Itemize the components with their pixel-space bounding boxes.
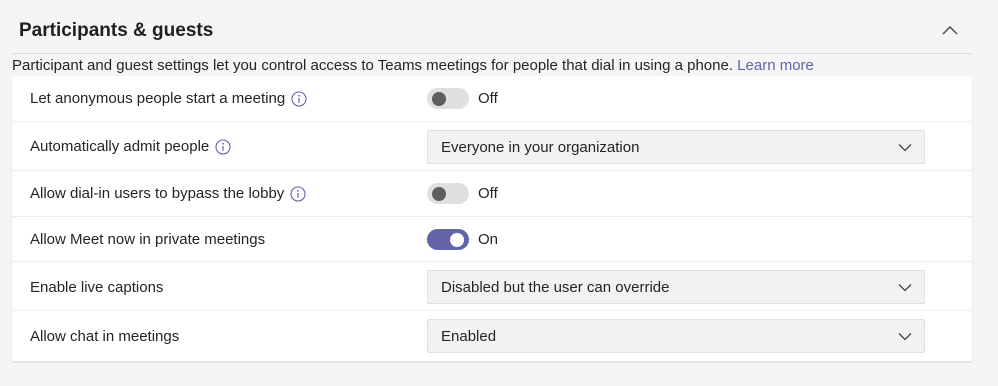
toggle-knob bbox=[432, 91, 446, 106]
section-title: Participants & guests bbox=[19, 20, 214, 41]
info-icon[interactable] bbox=[290, 185, 306, 202]
anonymous-start-toggle[interactable] bbox=[427, 88, 469, 109]
chevron-down-icon bbox=[898, 333, 912, 341]
dropdown-value: Everyone in your organization bbox=[441, 139, 640, 156]
setting-label-text: Allow chat in meetings bbox=[30, 328, 180, 345]
setting-label: Let anonymous people start a meeting bbox=[30, 90, 307, 107]
meet-now-toggle[interactable] bbox=[427, 229, 469, 250]
collapse-button[interactable] bbox=[940, 22, 960, 38]
info-icon[interactable] bbox=[215, 138, 231, 155]
setting-label-text: Allow dial-in users to bypass the lobby bbox=[30, 185, 285, 202]
setting-row-dialin-bypass: Allow dial-in users to bypass the lobby … bbox=[12, 171, 972, 217]
dropdown-value: Disabled but the user can override bbox=[441, 279, 670, 296]
chevron-up-icon bbox=[942, 26, 958, 35]
setting-row-live-captions: Enable live captions Disabled but the us… bbox=[12, 262, 972, 311]
setting-label: Allow chat in meetings bbox=[30, 328, 179, 345]
chevron-down-icon bbox=[898, 144, 912, 152]
section-header: Participants & guests bbox=[12, 0, 972, 54]
toggle-state-text: Off bbox=[478, 90, 498, 107]
description-text: Participant and guest settings let you c… bbox=[12, 57, 733, 74]
setting-label: Automatically admit people bbox=[30, 138, 231, 155]
toggle-knob bbox=[450, 232, 464, 247]
setting-label-text: Enable live captions bbox=[30, 279, 164, 296]
settings-card: Let anonymous people start a meeting Off… bbox=[12, 76, 972, 361]
setting-label: Allow Meet now in private meetings bbox=[30, 231, 265, 248]
chevron-down-icon bbox=[898, 284, 912, 292]
setting-row-meet-now: Allow Meet now in private meetings On bbox=[12, 217, 972, 262]
setting-row-chat: Allow chat in meetings Enabled bbox=[12, 311, 972, 361]
setting-label: Enable live captions bbox=[30, 279, 163, 296]
chat-dropdown[interactable]: Enabled bbox=[427, 319, 925, 353]
dropdown-value: Enabled bbox=[441, 328, 497, 345]
toggle-state-text: On bbox=[478, 231, 499, 248]
setting-row-anonymous-start: Let anonymous people start a meeting Off bbox=[12, 76, 972, 122]
auto-admit-dropdown[interactable]: Everyone in your organization bbox=[427, 130, 925, 164]
info-icon[interactable] bbox=[291, 90, 307, 107]
setting-label: Allow dial-in users to bypass the lobby bbox=[30, 185, 306, 202]
setting-row-auto-admit: Automatically admit people Everyone in y… bbox=[12, 122, 972, 171]
toggle-knob bbox=[432, 186, 446, 201]
learn-more-link[interactable]: Learn more bbox=[737, 57, 814, 74]
live-captions-dropdown[interactable]: Disabled but the user can override bbox=[427, 270, 925, 304]
section-description: Participant and guest settings let you c… bbox=[12, 57, 972, 74]
dialin-bypass-toggle[interactable] bbox=[427, 183, 469, 204]
setting-label-text: Allow Meet now in private meetings bbox=[30, 231, 266, 248]
toggle-state-text: Off bbox=[478, 185, 498, 202]
setting-label-text: Automatically admit people bbox=[30, 138, 210, 155]
setting-label-text: Let anonymous people start a meeting bbox=[30, 90, 286, 107]
